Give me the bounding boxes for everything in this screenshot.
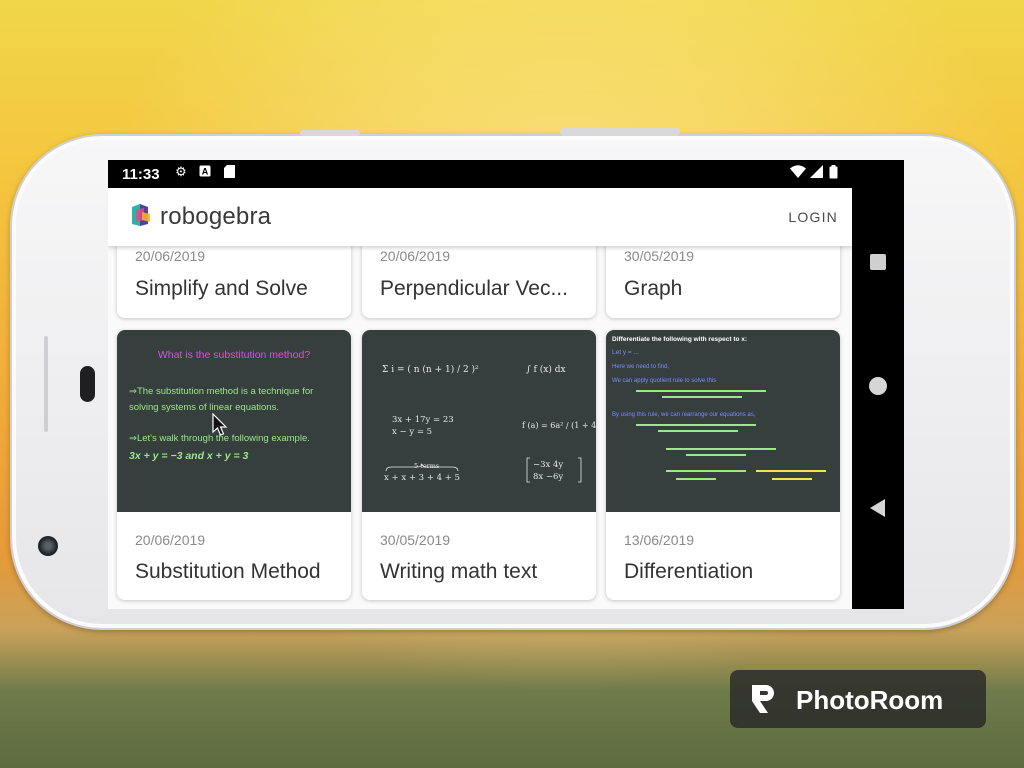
card-title: Writing math text (380, 560, 538, 583)
derivation-lines (636, 424, 826, 480)
card-perpendicular-vectors[interactable]: 20/06/2019 Perpendicular Vec... (362, 236, 596, 318)
front-camera (38, 536, 58, 556)
thumb-equation: 3x + y = −3 and x + y = 3 (129, 450, 249, 462)
thumb-fraction: f (a) = 6a² / (1 + 4a²) (522, 421, 596, 430)
card-title: Simplify and Solve (135, 277, 308, 300)
card-graph[interactable]: 30/05/2019 Graph (606, 236, 840, 318)
card-date: 20/06/2019 (380, 248, 451, 264)
photoroom-logo-icon (752, 685, 774, 713)
back-triangle-icon[interactable] (870, 499, 885, 517)
brand-name[interactable]: robogebra (160, 203, 271, 231)
card-thumbnail: What is the substitution method? ⇒The su… (117, 330, 351, 512)
card-title: Graph (624, 277, 683, 300)
square-icon[interactable] (870, 254, 886, 270)
gear-icon: ⚙ (175, 164, 187, 179)
wifi-icon (790, 165, 806, 179)
thumb-sum: Σ i = ( n (n + 1) / 2 )² (382, 364, 479, 375)
card-writing-math-text[interactable]: Σ i = ( n (n + 1) / 2 )² ∫ f (x) dx 3x +… (362, 330, 596, 600)
card-date: 13/06/2019 (624, 532, 695, 548)
thumb-heading: Differentiate the following with respect… (612, 336, 747, 343)
phone-screen: 11:33 ⚙ A robogebra LOGIN 20/06/2019 Sim… (108, 160, 904, 609)
app-content: robogebra LOGIN 20/06/2019 Simplify and … (108, 188, 852, 609)
thumb-line: Here we need to find, (612, 364, 669, 370)
a-icon: A (198, 165, 212, 179)
card-simplify-and-solve[interactable]: 20/06/2019 Simplify and Solve (117, 236, 351, 318)
speaker-slot (44, 336, 48, 432)
card-date: 30/05/2019 (624, 248, 695, 264)
photoroom-watermark: PhotoRoom (730, 670, 986, 728)
quotient-rule-lines (636, 390, 766, 398)
app-bar: robogebra LOGIN (108, 188, 852, 246)
thumb-underbrace-label: 5 terms (414, 462, 439, 470)
thumb-matrix-row1: −3x 4y (533, 460, 563, 470)
mouse-cursor-icon (212, 413, 228, 436)
watermark-text: PhotoRoom (796, 685, 944, 715)
sd-card-icon (222, 165, 236, 179)
status-time: 11:33 (122, 166, 160, 183)
circle-icon[interactable] (869, 377, 887, 395)
thumb-heading: What is the substitution method? (158, 349, 310, 361)
card-thumbnail: Differentiate the following with respect… (606, 330, 840, 512)
thumb-integral: ∫ f (x) dx (526, 364, 566, 375)
card-title: Substitution Method (135, 560, 321, 583)
thumb-system-row2: x − y = 5 (392, 427, 432, 437)
card-substitution-method[interactable]: What is the substitution method? ⇒The su… (117, 330, 351, 600)
thumb-line: By using this rule, we can rearrange our… (612, 412, 756, 418)
android-nav-bar (852, 188, 904, 609)
volume-button (560, 128, 680, 136)
thumb-line: ⇒The substitution method is a technique … (129, 386, 313, 397)
card-date: 20/06/2019 (135, 532, 206, 548)
thumb-line: solving systems of linear equations. (129, 402, 279, 413)
thumb-line: We can apply quotient rule to solve this (612, 378, 716, 384)
login-button[interactable]: LOGIN (788, 209, 838, 225)
signal-icon (809, 165, 823, 179)
card-thumbnail: Σ i = ( n (n + 1) / 2 )² ∫ f (x) dx 3x +… (362, 330, 596, 512)
power-button (300, 130, 360, 136)
earpiece (80, 366, 95, 402)
svg-text:A: A (202, 167, 209, 177)
thumb-matrix-row2: 8x −6y (533, 472, 563, 482)
thumb-line: Let y = ... (612, 349, 639, 356)
robogebra-logo-icon[interactable] (130, 202, 154, 230)
card-date: 20/06/2019 (135, 248, 206, 264)
card-date: 30/05/2019 (380, 532, 451, 548)
card-title: Differentiation (624, 560, 754, 583)
card-title: Perpendicular Vec... (380, 277, 568, 300)
battery-icon (826, 165, 840, 179)
status-bar: 11:33 ⚙ A (108, 160, 852, 188)
thumb-underbrace-expr: x + x + 3 + 4 + 5 (384, 473, 460, 483)
card-differentiation[interactable]: Differentiate the following with respect… (606, 330, 840, 600)
thumb-system-row1: 3x + 17y = 23 (392, 415, 454, 425)
